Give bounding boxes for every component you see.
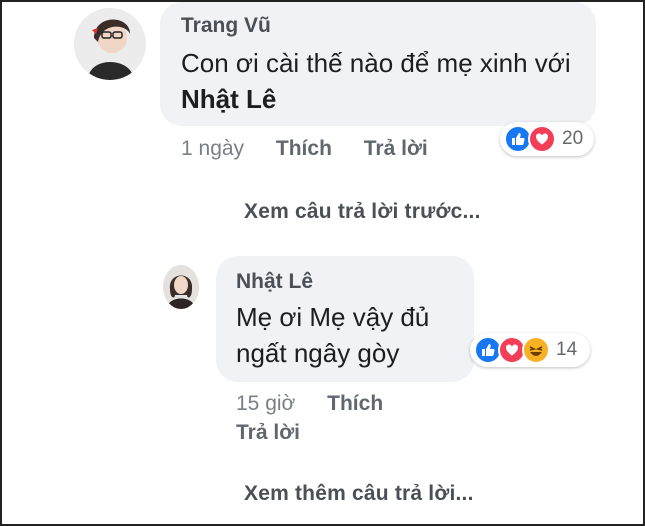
like-button[interactable]: Thích xyxy=(276,137,332,160)
mention-link[interactable]: Nhật Lê xyxy=(181,84,276,114)
reaction-count: 20 xyxy=(562,128,584,149)
view-previous-replies-link[interactable]: Xem câu trả lời trước... xyxy=(244,200,481,224)
comment-text-line: Mẹ ơi Mẹ vậy đủ xyxy=(236,302,430,332)
love-icon xyxy=(528,125,556,153)
comment-text-plain: Con ơi cài thế nào để mẹ xinh với xyxy=(181,48,571,78)
avatar[interactable] xyxy=(163,265,199,309)
reactions-summary[interactable]: 20 xyxy=(500,122,594,156)
reply-button[interactable]: Trả lời xyxy=(236,421,300,444)
like-button[interactable]: Thích xyxy=(327,392,383,415)
comment-text-line: ngất ngây gòy xyxy=(236,338,400,368)
view-more-replies-link[interactable]: Xem thêm câu trả lời... xyxy=(244,482,474,506)
reactions-summary[interactable]: 14 xyxy=(470,333,590,367)
comment-meta: 15 giờ Thích xyxy=(236,392,383,416)
reaction-count: 14 xyxy=(556,339,578,360)
reply-button[interactable]: Trả lời xyxy=(364,137,428,160)
comment-author[interactable]: Nhật Lê xyxy=(236,270,313,294)
comment-author[interactable]: Trang Vũ xyxy=(181,14,271,38)
comment-text: Con ơi cài thế nào để mẹ xinh với Nhật L… xyxy=(181,46,581,118)
haha-icon xyxy=(522,336,550,364)
comment-meta: 1 ngày Thích Trả lời xyxy=(181,137,428,161)
comment-timestamp[interactable]: 1 ngày xyxy=(181,137,244,160)
comment-meta-row2: Trả lời xyxy=(236,421,300,445)
comment-timestamp[interactable]: 15 giờ xyxy=(236,392,295,415)
avatar[interactable] xyxy=(74,8,146,80)
